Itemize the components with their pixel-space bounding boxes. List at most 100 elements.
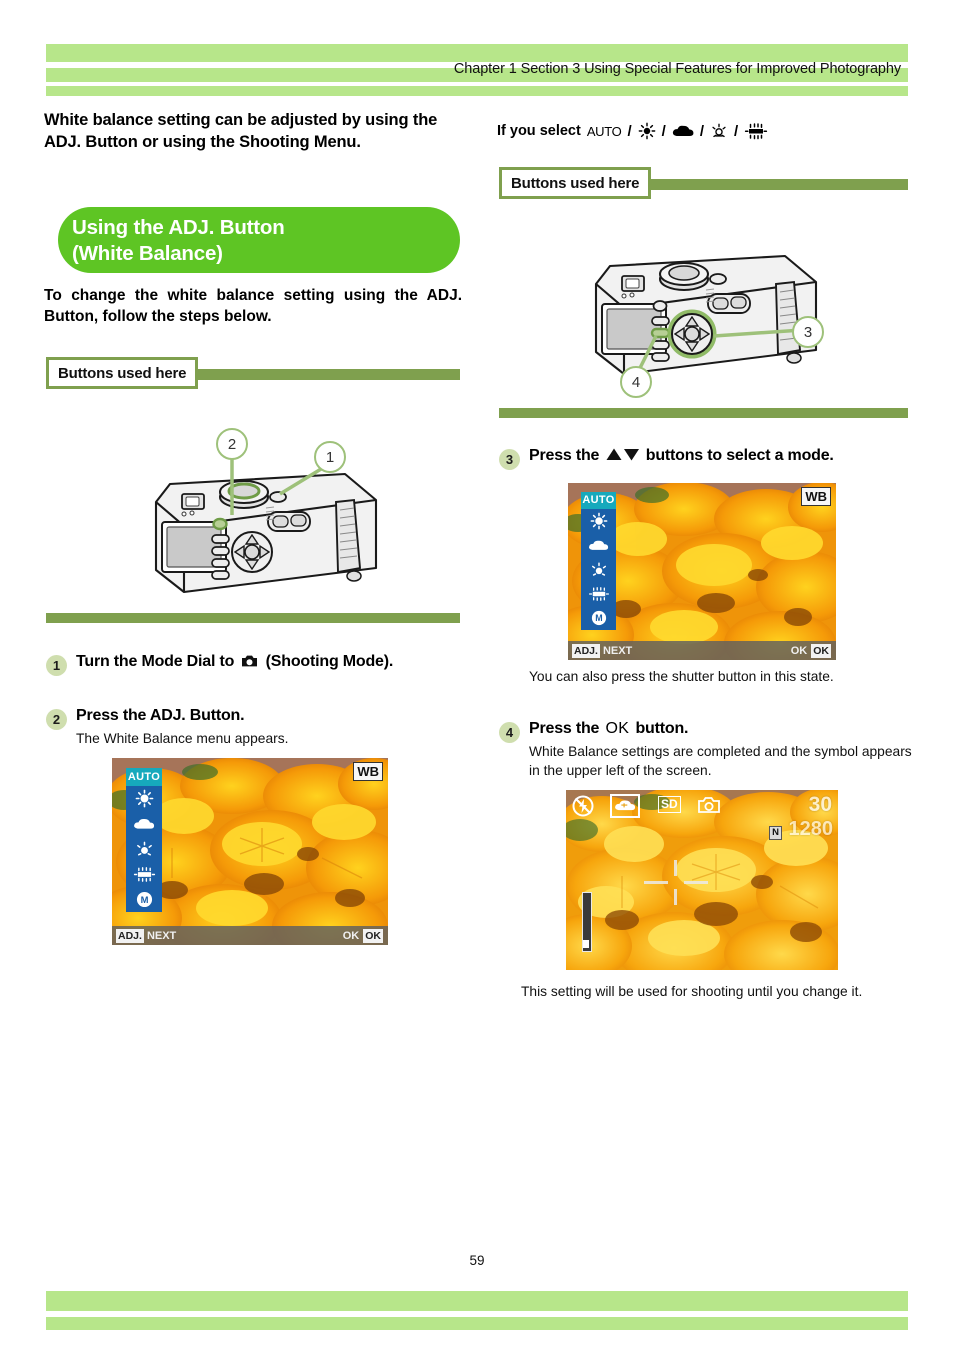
if-you-select-row: If you select AUTO / / / / [497, 118, 917, 144]
buttons-used-here-label-right: Buttons used here [511, 174, 640, 192]
step-3-title-before: Press the [529, 447, 600, 464]
shots-remaining: 30 [808, 793, 832, 816]
wb-tungsten-item-left[interactable] [126, 836, 162, 861]
wb-tungsten-item-right[interactable] [581, 557, 616, 581]
buttons-used-here-right: Buttons used here [499, 167, 908, 201]
focus-mark-left [644, 881, 668, 884]
step-1-number: 1 [46, 655, 67, 676]
tungsten-icon [591, 562, 606, 576]
fluorescent-icon [745, 123, 768, 140]
lcd-white-balance-menu-right: AUTO M WB ADJ. NEXT OK OK [568, 483, 836, 660]
wb-badge-left: WB [353, 762, 383, 781]
page-number: 59 [469, 1253, 485, 1268]
focus-mark-top [674, 860, 677, 876]
focus-mark-right [684, 881, 708, 884]
ok-button-icon: OK [605, 720, 630, 737]
wb-cloud-item-right[interactable] [581, 533, 616, 557]
sun-icon [590, 512, 607, 530]
step-4-title: Press the OK button. [529, 719, 954, 739]
wb-fluorescent-item-left[interactable] [126, 862, 162, 887]
sun-icon [638, 122, 656, 140]
step-2-number: 2 [46, 709, 67, 730]
wb-auto-item-right[interactable]: AUTO [581, 492, 616, 509]
camera-callout-lines-left [230, 458, 327, 515]
wb-sun-item-left[interactable] [126, 786, 162, 811]
sep-2: / [661, 122, 666, 140]
sun-icon [135, 789, 153, 808]
resolution-value: 1280 [788, 818, 834, 840]
step-4-number: 4 [499, 722, 520, 743]
camera-icon [698, 797, 720, 813]
lcd-bar-right-right: OK OK [790, 643, 831, 658]
focus-mark-bottom [674, 889, 677, 905]
sep-4: / [734, 122, 739, 140]
cloud-icon [134, 818, 155, 829]
callout-2-left: 2 [216, 428, 248, 460]
adj-tag-left: ADJ. [116, 928, 144, 943]
wb-cloud-item-left[interactable] [126, 811, 162, 836]
step-4-title-after: button. [635, 720, 689, 737]
cloud-icon [589, 540, 609, 550]
fluorescent-icon [588, 586, 609, 601]
step-4-title-before: Press the [529, 720, 600, 737]
wb-sun-item-right[interactable] [581, 509, 616, 533]
chapter-heading: Chapter 1 Section 3 Using Special Featur… [453, 61, 901, 77]
cloud-icon [672, 125, 694, 137]
lcd-white-balance-menu-left: AUTO M WB ADJ. NEXT OK OK [112, 758, 388, 945]
svg-text:M: M [140, 895, 148, 906]
next-label-left: NEXT [146, 929, 177, 942]
sep-3: / [699, 122, 705, 140]
buttons-used-here-box-right: Buttons used here [499, 167, 652, 199]
buttons-used-here-left: Buttons used here [46, 357, 460, 391]
if-you-select-label: If you select [497, 123, 581, 139]
closing-note: This setting will be used for shooting u… [521, 984, 863, 999]
separator-right [499, 408, 908, 418]
separator-left [46, 613, 460, 623]
up-down-arrows-icon [606, 448, 639, 461]
tungsten-icon [712, 123, 726, 138]
wb-auto-item-left[interactable]: AUTO [126, 768, 162, 786]
wb-menu-column-right[interactable]: AUTO M [581, 492, 616, 630]
flash-off-icon [572, 795, 594, 817]
wb-menu-column-left[interactable]: AUTO M [126, 768, 162, 912]
step-2-title: Press the ADJ. Button. [76, 707, 245, 724]
step-3-number: 3 [499, 449, 520, 470]
next-label-right: NEXT [602, 644, 633, 657]
lcd-status-bar-left: ADJ. NEXT OK OK [112, 926, 388, 945]
step-1-title-after: (Shooting Mode). [265, 653, 394, 670]
zoom-knob [583, 940, 589, 948]
step-3-title-after: buttons to select a mode. [645, 447, 834, 464]
buttons-used-here-box-left: Buttons used here [46, 357, 199, 389]
adj-tag-right: ADJ. [572, 643, 600, 658]
manual-wb-icon: M [136, 891, 152, 907]
instruction-paragraph: To change the white balance setting usin… [44, 287, 462, 325]
lcd-result-screen: SD 30 N 1280 [566, 790, 838, 970]
manual-page: Chapter 1 Section 3 Using Special Featur… [0, 0, 954, 1351]
left-column: White balance setting can be adjusted by… [44, 110, 464, 154]
wb-manual-item-left[interactable]: M [126, 887, 162, 912]
banner-line-2: (White Balance) [72, 242, 223, 266]
callout-3-right: 3 [792, 316, 824, 348]
intro-paragraph: White balance setting can be adjusted by… [44, 111, 438, 151]
callout-4-right: 4 [620, 366, 652, 398]
cloud-wb-icon [615, 800, 636, 811]
wb-manual-item-right[interactable]: M [581, 606, 616, 630]
lcd-result-photo [566, 790, 838, 970]
section-banner-text: Using the ADJ. Button (White Balance) [72, 215, 450, 267]
wb-fluorescent-item-right[interactable] [581, 582, 616, 606]
camera-mode-icon [242, 655, 258, 667]
svg-text:M: M [595, 613, 602, 623]
ok-text-right: OK [790, 644, 808, 657]
sd-card-icon: SD [658, 796, 681, 813]
manual-wb-icon: M [591, 610, 606, 626]
ok-tag-right: OK [811, 643, 831, 658]
step-3-subtext: You can also press the shutter button in… [529, 669, 834, 684]
step-4-subtext: White Balance settings are completed and… [529, 744, 912, 778]
ok-tag-left: OK [363, 928, 383, 943]
ok-text-left: OK [342, 929, 360, 942]
step-3-title: Press the buttons to select a mode. [529, 446, 954, 466]
fluorescent-icon [133, 866, 155, 882]
sep-1: / [627, 122, 632, 140]
step-1-title-before: Turn the Mode Dial to [76, 653, 235, 670]
buttons-used-here-label-left: Buttons used here [58, 364, 187, 382]
